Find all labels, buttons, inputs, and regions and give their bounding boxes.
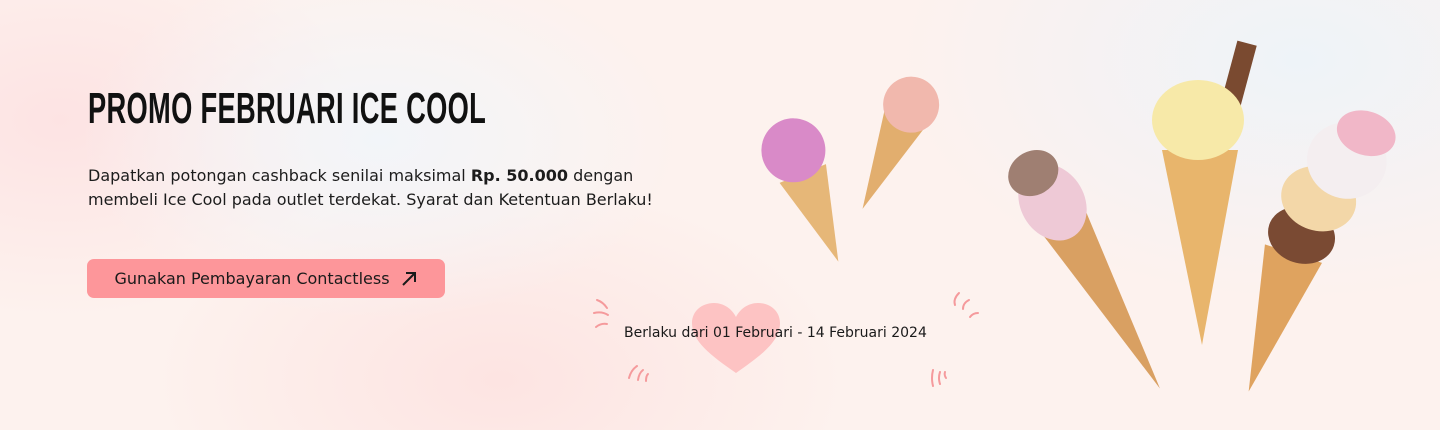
ice-cream-illustrations	[761, 40, 1396, 392]
ice-cream-neapolitan	[1008, 149, 1160, 389]
ice-cream-sprinkles	[1248, 110, 1396, 392]
validity-period: Berlaku dari 01 Februari - 14 Februari 2…	[624, 325, 927, 341]
ice-cream-strawberry	[862, 76, 940, 209]
ice-cream-pink	[761, 118, 839, 262]
ice-cream-vanilla-flake	[1152, 40, 1257, 345]
